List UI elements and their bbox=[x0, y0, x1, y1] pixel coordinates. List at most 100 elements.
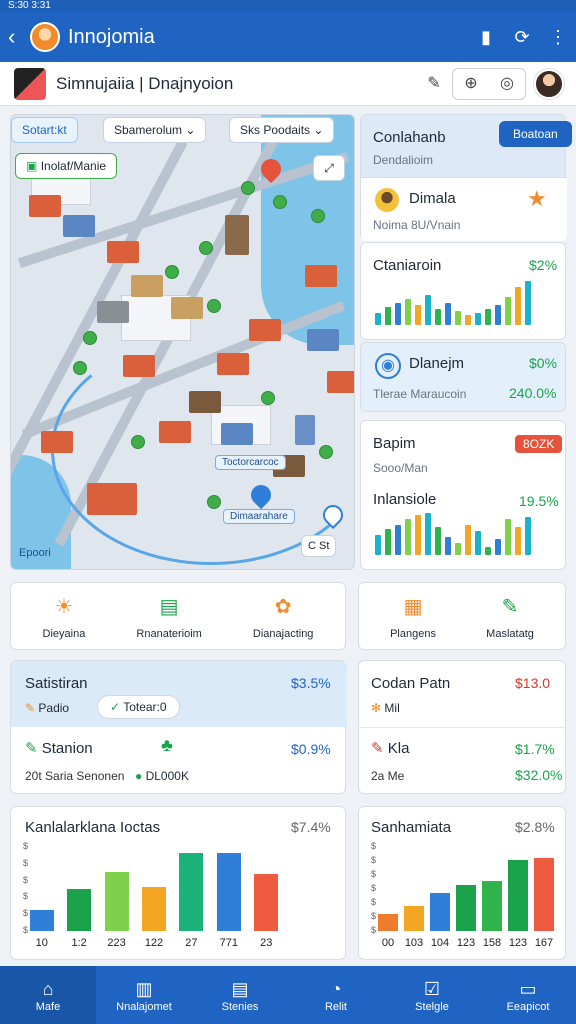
chart-bar[interactable] bbox=[104, 872, 129, 931]
action-puzzle[interactable]: ✿ Dianajacting bbox=[253, 592, 314, 640]
bookmark-icon[interactable]: ▮ bbox=[468, 27, 504, 48]
chart-bar[interactable] bbox=[508, 859, 528, 931]
map-filter-dropdown-1[interactable]: Sbamerolum ⌄ bbox=[103, 117, 207, 143]
panel-4-percent: $0% bbox=[529, 355, 558, 371]
chart-bar[interactable] bbox=[254, 874, 279, 931]
nav-item-compass[interactable]: ◔ Relit bbox=[288, 966, 384, 1024]
sparkline-bar bbox=[425, 295, 431, 325]
map-building bbox=[131, 275, 163, 297]
sun-icon: ☀ bbox=[54, 596, 73, 618]
profile-avatar[interactable] bbox=[534, 68, 564, 99]
map-coord-chip[interactable]: C St bbox=[301, 535, 337, 557]
map-tree bbox=[319, 445, 333, 459]
star-icon[interactable]: ★ bbox=[527, 186, 547, 212]
map-search-chip[interactable]: Sotart:kt bbox=[11, 117, 78, 143]
action-image[interactable]: ▦ Plangens bbox=[390, 592, 436, 640]
sparkline-bar bbox=[375, 313, 381, 325]
y-tick-label: $ bbox=[371, 883, 377, 893]
nav-label: Mafe bbox=[35, 1001, 61, 1013]
sparkline-bar bbox=[395, 525, 401, 555]
more-vertical-icon[interactable]: ⋮ bbox=[540, 27, 576, 48]
nav-label: Nnalajomet bbox=[116, 1001, 172, 1013]
chart-bar[interactable] bbox=[29, 910, 54, 931]
action-sun[interactable]: ☀ Dieyaina bbox=[43, 592, 86, 640]
dot-icon: ● bbox=[135, 769, 143, 783]
map-building bbox=[327, 371, 354, 393]
map-tree bbox=[241, 181, 255, 195]
zoom-icon[interactable]: ⊕ bbox=[453, 69, 489, 99]
y-tick-label: $ bbox=[371, 911, 377, 921]
chart-left-percent: $7.4% bbox=[291, 819, 331, 835]
x-tick-label: 1:2 bbox=[71, 937, 87, 949]
sparkline-bar bbox=[485, 547, 491, 555]
nav-item-cards[interactable]: ▤ Stenies bbox=[192, 966, 288, 1024]
nav-item-checklist[interactable]: ☑ Stelgle bbox=[384, 966, 480, 1024]
chart-left-title: Kanlalarklana Ioctas bbox=[25, 819, 161, 836]
nav-item-home[interactable]: ⌂ Mafe bbox=[0, 966, 96, 1024]
sparkline-bar bbox=[515, 527, 521, 555]
target-icon: ◉ bbox=[375, 353, 401, 379]
chart-bar[interactable] bbox=[456, 884, 476, 931]
action-pen[interactable]: ✎ Maslatatg bbox=[486, 592, 534, 640]
sparkline-bar bbox=[495, 305, 501, 325]
chart-bar[interactable] bbox=[378, 914, 398, 931]
status-time: S:30 3:31 bbox=[8, 0, 51, 11]
sparkline-bar bbox=[415, 305, 421, 325]
sparkline-bar bbox=[375, 535, 381, 555]
chat-icon[interactable]: ◎ bbox=[489, 69, 525, 99]
pen-icon: ✎ bbox=[501, 596, 519, 618]
sparkline-bar bbox=[465, 525, 471, 555]
app-avatar[interactable] bbox=[30, 22, 60, 52]
edit-icon[interactable]: ✎ bbox=[416, 69, 452, 99]
nav-item-building[interactable]: ▥ Nnalajomet bbox=[96, 966, 192, 1024]
y-tick-label: $ bbox=[371, 897, 377, 907]
stats-left-row2: ✎ Stanion bbox=[25, 739, 93, 757]
y-tick-label: $ bbox=[23, 908, 29, 919]
layers-icon[interactable]: ⤢ bbox=[313, 155, 345, 181]
chart-bar[interactable] bbox=[216, 853, 241, 931]
stats-left-card: Satistiran $3.5% ✎ Padio ✓ Totear:0 ✎ St… bbox=[10, 660, 347, 794]
stats-right-card: Codan Patn $13.0 ✻ Mil ✎ Kla $1.7% 2a Me… bbox=[358, 660, 566, 794]
map-location-chip[interactable]: ▣ Inolaf/Manie bbox=[15, 153, 118, 179]
nav-label: Relit bbox=[324, 1001, 347, 1013]
sparkline-bar bbox=[495, 539, 501, 555]
panel-3-title: Ctaniaroin bbox=[373, 257, 442, 274]
stats-left-tag-label: Padio bbox=[38, 701, 70, 715]
chart-bar[interactable] bbox=[67, 889, 92, 931]
panel-4-value: 240.0% bbox=[509, 385, 557, 401]
stats-left-row2-value: DL000K bbox=[145, 769, 189, 783]
map-building bbox=[63, 215, 95, 237]
y-tick-label: $ bbox=[23, 857, 29, 868]
panel-1-button[interactable]: Boatoan bbox=[499, 121, 572, 147]
map-tree bbox=[83, 331, 97, 345]
back-arrow-icon[interactable]: ‹ bbox=[0, 24, 26, 50]
chart-bar[interactable] bbox=[142, 886, 166, 931]
chart-bar[interactable] bbox=[179, 853, 204, 931]
sync-icon[interactable]: ⟳ bbox=[504, 27, 540, 48]
compass-icon: ◔ bbox=[330, 979, 342, 999]
chart-bar[interactable] bbox=[534, 857, 554, 931]
stats-left-pill-label: Totear:0 bbox=[123, 700, 167, 714]
action-document[interactable]: ▤ Rnanaterioim bbox=[136, 592, 201, 640]
chart-bar[interactable] bbox=[404, 905, 424, 931]
stats-left-pill[interactable]: ✓ Totear:0 bbox=[97, 695, 180, 719]
toolbar: Simnujaiia | Dnajnyoion ✎ ⊕ ◎ bbox=[0, 62, 576, 106]
chart-bar[interactable] bbox=[430, 893, 450, 931]
stats-left-row2-value-wrap: ● DL000K bbox=[135, 769, 189, 783]
sparkline-bar bbox=[445, 303, 451, 325]
map-building bbox=[295, 415, 315, 445]
map-filter-dropdown-2[interactable]: Sks Poodaits ⌄ bbox=[229, 117, 335, 143]
action-label: Dieyaina bbox=[42, 628, 86, 640]
map-tree bbox=[73, 361, 87, 375]
nav-item-monitor[interactable]: ▭ Eeapicot bbox=[480, 966, 576, 1024]
stats-right-divider bbox=[359, 727, 565, 728]
chart-bar[interactable] bbox=[482, 880, 502, 931]
stats-right-percent: $13.0 bbox=[515, 675, 551, 691]
y-tick-label: $ bbox=[23, 891, 29, 902]
map-tree bbox=[207, 495, 221, 509]
sparkline-bar bbox=[395, 303, 401, 325]
sparkline-bar bbox=[465, 315, 471, 325]
pencil-icon: ✎ bbox=[371, 740, 384, 757]
city-map[interactable]: Sotart:kt Sbamerolum ⌄ Sks Poodaits ⌄ ▣ … bbox=[10, 114, 355, 570]
panel-6-bar-chart bbox=[375, 511, 531, 555]
